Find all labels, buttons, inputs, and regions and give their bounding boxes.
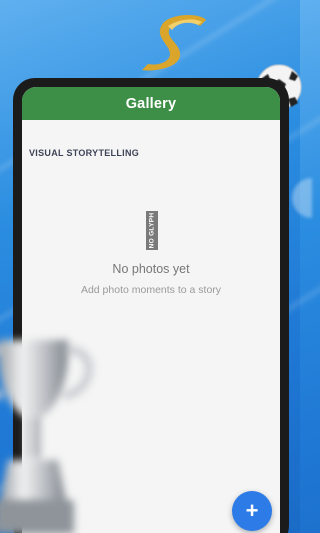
gold-ribbon-icon — [142, 15, 206, 71]
soccer-ball-icon — [292, 178, 312, 218]
page-title: Gallery — [125, 95, 177, 112]
empty-state-subtitle: Add photo moments to a story — [80, 284, 222, 296]
app-bar: Gallery — [22, 87, 280, 120]
empty-state-title: No photos yet — [112, 262, 190, 276]
trophy-icon — [0, 340, 93, 533]
plus-icon: + — [245, 498, 259, 523]
empty-state: NO GLYPH No photos yet Add photo moments… — [22, 211, 280, 296]
image-placeholder-icon: NO GLYPH — [146, 211, 158, 250]
section-heading: VISUAL STORYTELLING — [29, 148, 140, 158]
placeholder-icon-text: NO GLYPH — [148, 212, 156, 249]
add-photo-button[interactable]: + — [232, 491, 272, 531]
